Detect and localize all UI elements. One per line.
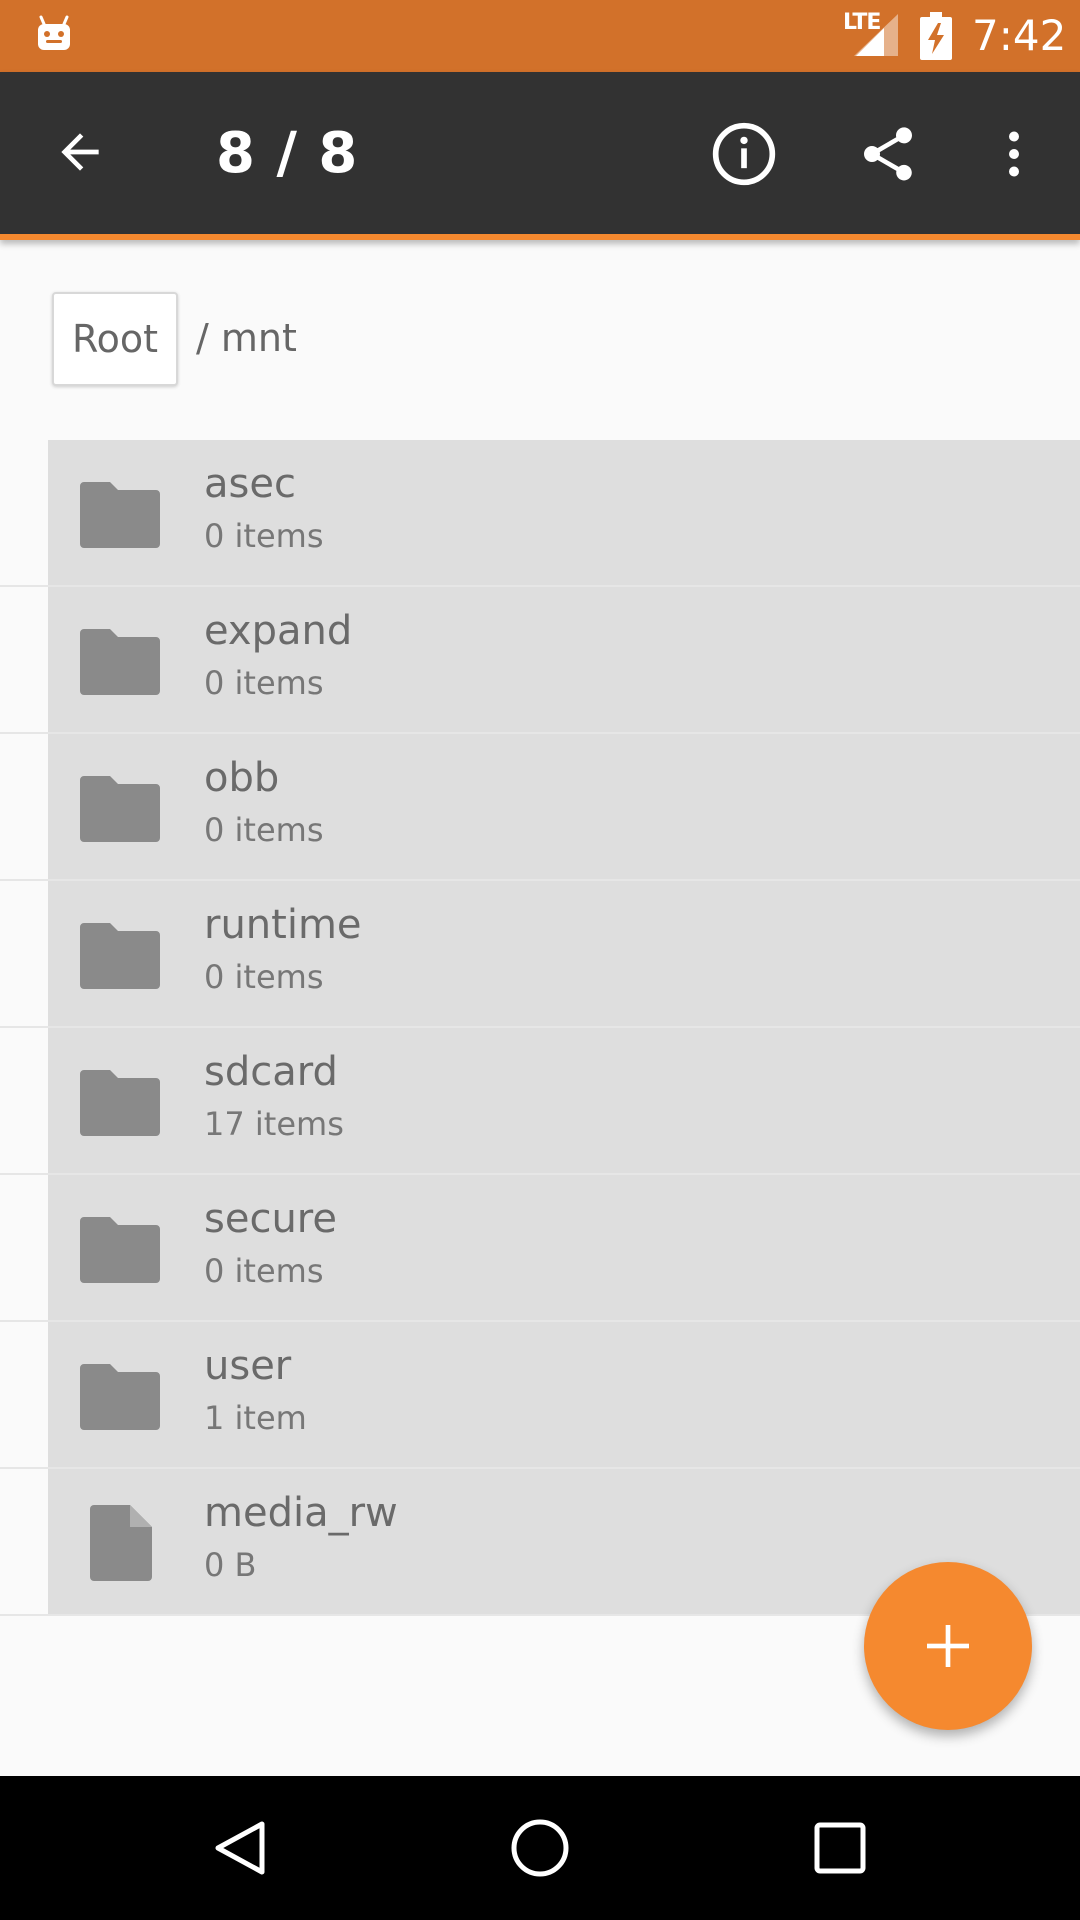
navigation-bar [0, 1776, 1080, 1920]
nav-back-icon [215, 1821, 265, 1875]
list-item-user[interactable]: user 1 item [0, 1322, 1080, 1469]
battery-charging-icon [920, 12, 952, 60]
signal-icon [854, 14, 898, 56]
file-item-count: 1 item [204, 1399, 307, 1437]
file-item-count: 0 items [204, 811, 324, 849]
info-icon [712, 122, 776, 186]
folder-icon [80, 629, 160, 695]
file-item-count: 17 items [204, 1105, 344, 1143]
selection-highlight [48, 1322, 1080, 1467]
info-button[interactable] [702, 112, 786, 196]
file-name: media_rw [204, 1490, 398, 1536]
selection-highlight [48, 440, 1080, 585]
toolbar: 8 / 8 [0, 72, 1080, 240]
file-item-count: 0 items [204, 517, 324, 555]
nav-home-button[interactable] [500, 1808, 580, 1888]
screen: LTE 7:42 8 / 8 Root / mnt asec 0 items e… [0, 0, 1080, 1920]
arrow-back-icon [61, 133, 99, 171]
file-name: sdcard [204, 1049, 338, 1095]
selection-highlight [48, 1028, 1080, 1173]
folder-icon [80, 923, 160, 989]
file-name: secure [204, 1196, 337, 1242]
list-item-sdcard[interactable]: sdcard 17 items [0, 1028, 1080, 1175]
file-item-count: 0 items [204, 958, 324, 996]
folder-icon [80, 482, 160, 548]
status-bar: LTE 7:42 [0, 0, 1080, 72]
file-icon [90, 1505, 152, 1581]
back-button[interactable] [40, 112, 120, 192]
page-title: 8 / 8 [216, 121, 359, 186]
list-item-expand[interactable]: expand 0 items [0, 587, 1080, 734]
add-fab-button[interactable] [864, 1562, 1032, 1730]
more-vert-icon [1009, 131, 1019, 177]
file-name: runtime [204, 902, 362, 948]
nav-recents-icon [814, 1822, 866, 1874]
breadcrumb: Root / mnt [0, 240, 1080, 440]
breadcrumb-root-button[interactable]: Root [52, 292, 178, 386]
selection-highlight [48, 881, 1080, 1026]
file-item-count: 0 items [204, 664, 324, 702]
share-icon [864, 127, 912, 181]
selection-highlight [48, 734, 1080, 879]
list-item-asec[interactable]: asec 0 items [0, 440, 1080, 587]
file-name: obb [204, 755, 280, 801]
file-size: 0 B [204, 1546, 257, 1584]
folder-icon [80, 1364, 160, 1430]
selection-highlight [48, 587, 1080, 732]
list-item-runtime[interactable]: runtime 0 items [0, 881, 1080, 1028]
list-item-obb[interactable]: obb 0 items [0, 734, 1080, 881]
share-button[interactable] [846, 112, 930, 196]
clock: 7:42 [972, 11, 1067, 60]
folder-icon [80, 776, 160, 842]
list-item-secure[interactable]: secure 0 items [0, 1175, 1080, 1322]
more-options-button[interactable] [972, 112, 1056, 196]
file-item-count: 0 items [204, 1252, 324, 1290]
file-name: asec [204, 461, 296, 507]
file-list: asec 0 items expand 0 items obb 0 items … [0, 440, 1080, 1616]
plus-icon [927, 1625, 969, 1667]
file-name: expand [204, 608, 353, 654]
nav-home-icon [511, 1819, 569, 1877]
file-name: user [204, 1343, 292, 1389]
selection-highlight [48, 1175, 1080, 1320]
folder-icon [80, 1217, 160, 1283]
nav-recents-button[interactable] [800, 1808, 880, 1888]
breadcrumb-path[interactable]: / mnt [196, 314, 297, 362]
folder-icon [80, 1070, 160, 1136]
nav-back-button[interactable] [200, 1808, 280, 1888]
android-notification-icon [38, 15, 70, 50]
